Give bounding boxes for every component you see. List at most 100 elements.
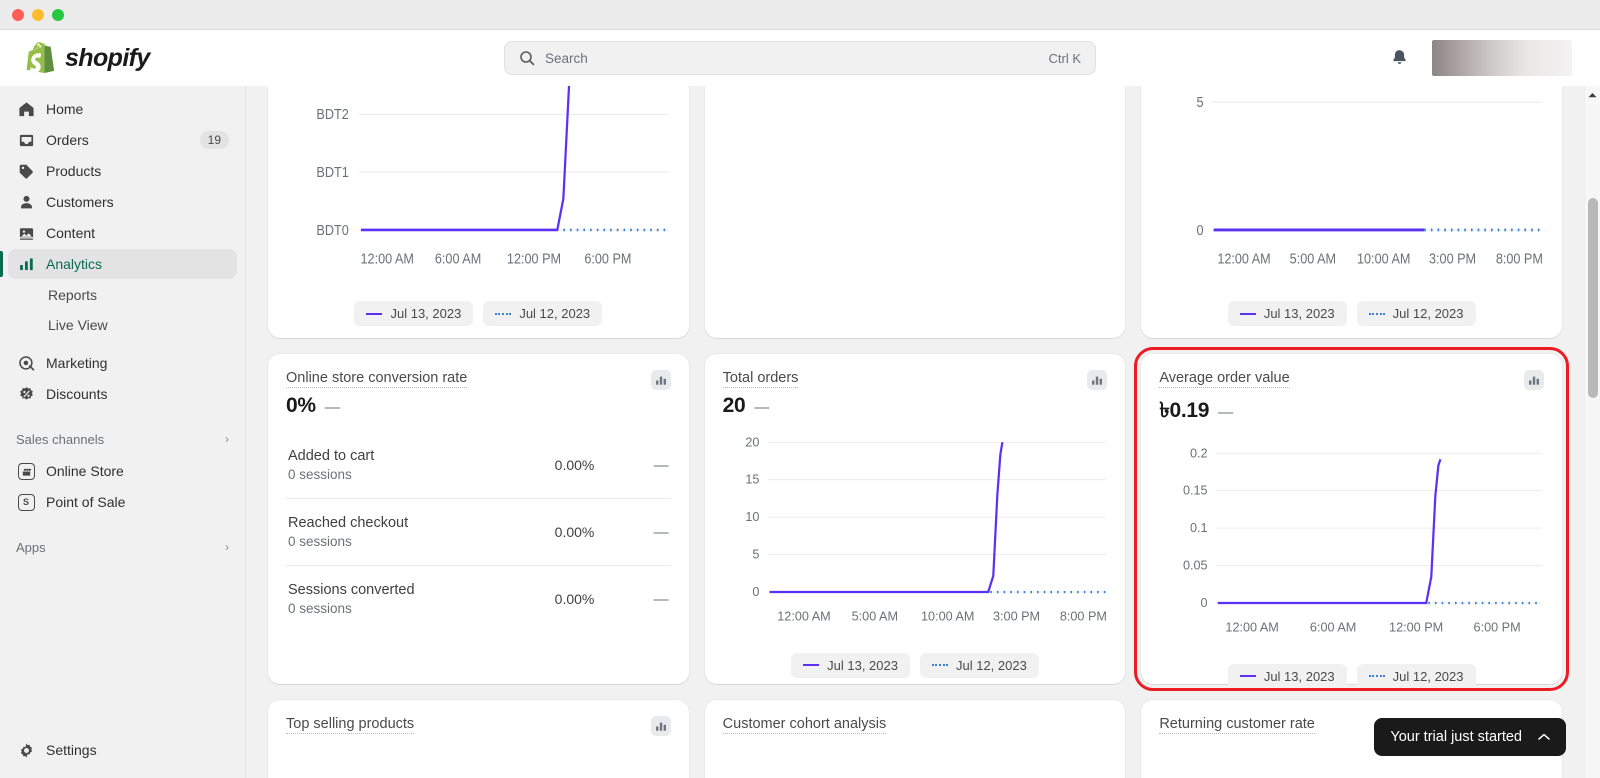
sidebar-item-content[interactable]: Content — [8, 218, 237, 248]
legend-label: Jul 13, 2023 — [390, 306, 462, 321]
x-tick-label: 8:00 PM — [1059, 609, 1106, 623]
sidebar-item-marketing[interactable]: Marketing — [8, 348, 237, 378]
sidebar-item-home[interactable]: Home — [8, 94, 237, 124]
solid-line-swatch — [1239, 312, 1256, 315]
vertical-scrollbar[interactable] — [1584, 86, 1600, 778]
x-tick-label: 12:00 AM — [777, 609, 830, 623]
x-tick-label: 10:00 AM — [921, 609, 974, 623]
solid-line-swatch — [1239, 675, 1256, 678]
legend-previous[interactable]: Jul 12, 2023 — [483, 301, 603, 326]
sidebar-item-online-store[interactable]: Online Store — [8, 456, 237, 486]
total-orders-chart[interactable]: 20 15 10 5 0 12:00 AM 5:00 AM 10:00 AM 3… — [723, 424, 1108, 647]
funnel-step-percent: 0.00% — [554, 591, 595, 607]
metric-row: ৳0.19 — — [1159, 394, 1544, 429]
legend-current[interactable]: Jul 13, 2023 — [791, 652, 910, 678]
shopify-admin-app: shopify Search Ctrl K Home Orders 19 Pro… — [0, 30, 1600, 778]
legend-current[interactable]: Jul 13, 2023 — [354, 301, 474, 326]
sidebar-item-products[interactable]: Products — [8, 156, 237, 186]
x-tick-label: 5:00 AM — [851, 609, 897, 623]
scrollbar-thumb[interactable] — [1588, 198, 1598, 398]
sidebar-item-analytics[interactable]: Analytics — [0, 249, 237, 279]
sidebar-item-label: Settings — [46, 742, 97, 758]
minimize-window-button[interactable] — [32, 8, 44, 21]
sidebar-section-label: Sales channels — [16, 431, 105, 447]
bar-chart-icon[interactable] — [1523, 370, 1544, 390]
funnel-step-name: Sessions converted — [288, 582, 415, 598]
sessions-chart[interactable]: 5 0 12:00 AM 5:00 AM 10:00 AM 3:00 PM 8:… — [1159, 86, 1544, 295]
conversion-funnel-list: Added to cart 0 sessions 0.00% — Reached… — [286, 432, 671, 632]
sidebar-item-discounts[interactable]: Discounts — [8, 379, 237, 409]
sidebar-section-apps[interactable]: Apps › — [8, 532, 237, 562]
notifications-button[interactable] — [1384, 43, 1414, 73]
card-title[interactable]: Customer cohort analysis — [722, 716, 887, 734]
bar-chart-icon[interactable] — [650, 716, 671, 736]
legend-previous[interactable]: Jul 12, 2023 — [1356, 663, 1476, 689]
avatar[interactable] — [1432, 40, 1572, 76]
chart-legend: Jul 13, 2023 Jul 12, 2023 — [723, 647, 1108, 678]
card-header: Average order value — [1159, 370, 1544, 390]
solid-line-swatch — [803, 664, 820, 667]
bar-chart-icon[interactable] — [1087, 370, 1108, 390]
metric-value: 20 — [722, 394, 746, 417]
shopify-wordmark: shopify — [65, 43, 150, 72]
search-shortcut-hint: Ctrl K — [1048, 50, 1082, 66]
card-total-sales: BDT3 BDT2 BDT1 BDT0 12:00 AM 6:00 AM 12:… — [268, 86, 689, 338]
card-title[interactable]: Online store conversion rate — [286, 370, 468, 388]
close-window-button[interactable] — [12, 8, 24, 21]
sidebar-item-point-of-sale[interactable]: S Point of Sale — [8, 487, 237, 517]
traffic-light-buttons — [12, 8, 64, 21]
shopify-logo[interactable]: shopify — [0, 41, 246, 75]
sidebar-subitem-reports[interactable]: Reports — [8, 280, 237, 309]
legend-label: Jul 12, 2023 — [519, 306, 591, 321]
card-online-store-conversion-rate: Online store conversion rate 0% — Added … — [268, 354, 689, 684]
legend-current[interactable]: Jul 13, 2023 — [1227, 663, 1347, 689]
y-tick-label: BDT1 — [316, 163, 349, 180]
funnel-step-percent: 0.00% — [554, 524, 595, 540]
home-icon — [16, 101, 36, 118]
legend-previous[interactable]: Jul 12, 2023 — [1356, 301, 1476, 326]
pos-icon: S — [16, 493, 36, 511]
average-order-value-chart[interactable]: 0.2 0.15 0.1 0.05 0 12:00 AM 6:00 AM 12:… — [1159, 435, 1544, 658]
funnel-row[interactable]: Sessions converted 0 sessions 0.00% — — [286, 566, 671, 632]
legend-previous[interactable]: Jul 12, 2023 — [919, 652, 1039, 678]
total-sales-chart[interactable]: BDT3 BDT2 BDT1 BDT0 12:00 AM 6:00 AM 12:… — [286, 86, 671, 295]
y-tick-label: 0 — [1201, 596, 1208, 610]
y-tick-label: 15 — [745, 473, 759, 487]
scroll-up-arrow-icon[interactable] — [1585, 88, 1600, 102]
x-tick-label: 12:00 AM — [1218, 250, 1271, 267]
search-placeholder: Search — [545, 50, 588, 66]
funnel-step-name: Reached checkout — [288, 515, 409, 531]
y-tick-label: 0 — [752, 585, 759, 599]
topbar-right-controls — [1354, 40, 1600, 76]
image-icon — [16, 225, 36, 242]
card-title[interactable]: Average order value — [1159, 370, 1290, 388]
sidebar-item-label: Discounts — [46, 386, 108, 402]
funnel-row[interactable]: Added to cart 0 sessions 0.00% — — [286, 432, 671, 499]
search-input[interactable]: Search Ctrl K — [504, 41, 1096, 75]
legend-current[interactable]: Jul 13, 2023 — [1227, 301, 1347, 326]
maximize-window-button[interactable] — [52, 8, 64, 21]
sidebar-item-orders[interactable]: Orders 19 — [8, 125, 237, 155]
dotted-line-swatch — [495, 312, 512, 315]
funnel-step-delta: — — [653, 590, 669, 608]
y-tick-label: 20 — [745, 435, 759, 449]
sidebar-item-label: Products — [46, 163, 102, 179]
funnel-row[interactable]: Reached checkout 0 sessions 0.00% — — [286, 499, 671, 566]
card-title[interactable]: Total orders — [722, 370, 799, 388]
chevron-up-icon[interactable] — [1538, 730, 1550, 744]
x-tick-label: 12:00 AM — [361, 250, 414, 267]
sidebar-item-customers[interactable]: Customers — [8, 187, 237, 217]
y-tick-label: 0.1 — [1190, 521, 1208, 535]
y-tick-label: 5 — [752, 548, 759, 562]
legend-label: Jul 12, 2023 — [955, 657, 1027, 673]
marketing-target-icon — [16, 355, 36, 372]
sidebar-section-sales-channels[interactable]: Sales channels › — [8, 424, 237, 454]
sidebar-item-settings[interactable]: Settings — [8, 735, 237, 765]
card-title[interactable]: Returning customer rate — [1159, 716, 1315, 734]
bar-chart-icon[interactable] — [650, 370, 671, 390]
sidebar-subitem-live-view[interactable]: Live View — [8, 310, 237, 339]
card-title[interactable]: Top selling products — [286, 716, 415, 734]
trial-status-banner[interactable]: Your trial just started — [1374, 718, 1566, 756]
legend-label: Jul 13, 2023 — [1263, 668, 1335, 684]
